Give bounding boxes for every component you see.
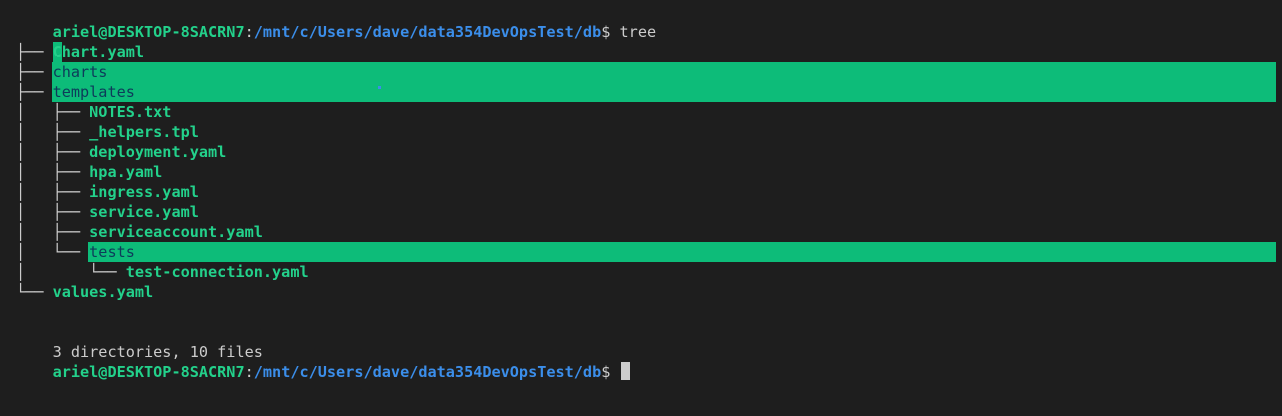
prompt-line-active[interactable]: ariel@DESKTOP-8SACRN7:/mnt/c/Users/dave/… — [16, 342, 630, 381]
tree-entry: │ ├── deployment.yaml — [16, 142, 226, 162]
file-name: values.yaml — [52, 283, 154, 301]
file-name: service.yaml — [89, 203, 199, 221]
tree-entry: └── values.yaml — [16, 282, 153, 302]
directory-name: tests — [89, 243, 135, 261]
tree-entry: │ ├── NOTES.txt — [16, 102, 171, 122]
file-name: hpa.yaml — [89, 163, 163, 181]
tree-entry: │ └── test-connection.yaml — [16, 262, 309, 282]
tree-branch-glyphs: └── — [16, 283, 53, 301]
directory-highlight-bar — [52, 62, 1276, 82]
tree-branch-glyphs: │ ├── — [16, 103, 90, 121]
prompt-user-host: ariel@DESKTOP-8SACRN7 — [52, 23, 245, 41]
prompt-separator: : — [244, 363, 254, 381]
tree-branch-glyphs: ├── — [16, 63, 53, 81]
tree-root: . — [16, 22, 62, 62]
file-name: _helpers.tpl — [89, 123, 199, 141]
prompt-user-host: ariel@DESKTOP-8SACRN7 — [52, 363, 245, 381]
tree-branch-glyphs: │ ├── — [16, 223, 90, 241]
file-name: serviceaccount.yaml — [89, 223, 263, 241]
prompt-line-command: ariel@DESKTOP-8SACRN7:/mnt/c/Users/dave/… — [16, 2, 657, 41]
directory-highlight-bar — [52, 82, 1276, 102]
file-name: deployment.yaml — [89, 143, 227, 161]
directory-name: charts — [52, 63, 108, 81]
text-cursor — [620, 362, 630, 380]
file-name: NOTES.txt — [89, 103, 172, 121]
tree-branch-glyphs: │ ├── — [16, 203, 90, 221]
tree-entry: │ ├── ingress.yaml — [16, 182, 199, 202]
tree-entry: │ ├── _helpers.tpl — [16, 122, 199, 142]
prompt-separator: : — [244, 23, 254, 41]
tree-entry: │ ├── service.yaml — [16, 202, 199, 222]
file-name: ingress.yaml — [89, 183, 199, 201]
file-name: test-connection.yaml — [125, 263, 309, 281]
tree-branch-glyphs: │ ├── — [16, 143, 90, 161]
tree-entry: ├── Chart.yaml — [16, 42, 144, 62]
file-name: Chart.yaml — [52, 43, 145, 61]
prompt-path: /mnt/c/Users/dave/data354DevOpsTest/db — [253, 363, 602, 381]
tree-entry: ├── charts — [16, 62, 107, 82]
tree-entry: │ ├── serviceaccount.yaml — [16, 222, 263, 242]
command-text: tree — [610, 23, 657, 41]
tree-entry: ├── templates — [16, 82, 135, 102]
tree-branch-glyphs: ├── — [16, 43, 53, 61]
prompt-path: /mnt/c/Users/dave/data354DevOpsTest/db — [253, 23, 602, 41]
terminal-window[interactable]: ariel@DESKTOP-8SACRN7:/mnt/c/Users/dave/… — [0, 0, 1282, 416]
directory-highlight-bar — [88, 242, 1276, 262]
tree-entry: │ ├── hpa.yaml — [16, 162, 162, 182]
tree-branch-glyphs: │ └── — [16, 243, 90, 261]
tree-entry: │ └── tests — [16, 242, 135, 262]
tree-summary: 3 directories, 10 files — [16, 322, 263, 361]
tree-branch-glyphs: │ ├── — [16, 123, 90, 141]
tree-branch-glyphs: │ └── — [16, 263, 126, 281]
tree-branch-glyphs: │ ├── — [16, 183, 90, 201]
tree-branch-glyphs: ├── — [16, 83, 53, 101]
directory-name: templates — [52, 83, 135, 101]
stray-artifact-dot — [378, 86, 381, 89]
tree-branch-glyphs: │ ├── — [16, 163, 90, 181]
